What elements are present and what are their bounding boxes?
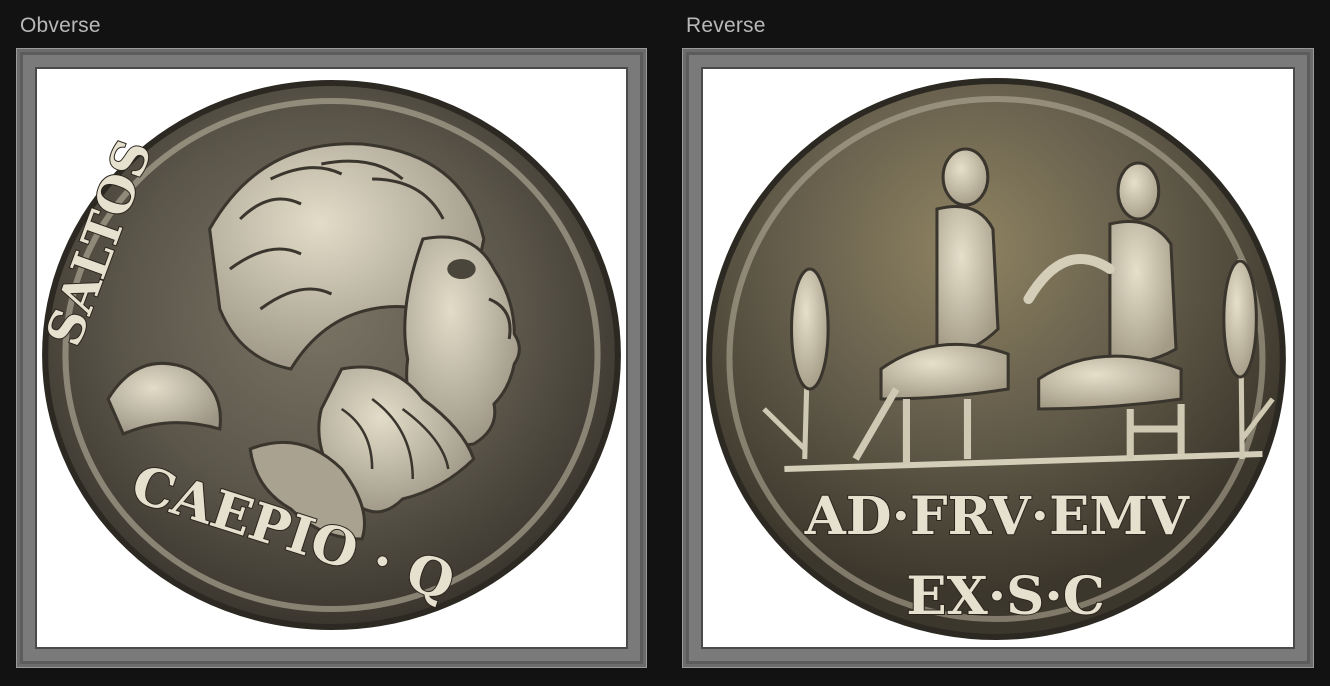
- reverse-label: Reverse: [686, 14, 766, 37]
- reverse-frame: AD·FRV·EMV EX·S·C: [682, 48, 1314, 668]
- reverse-image[interactable]: AD·FRV·EMV EX·S·C: [701, 67, 1295, 649]
- obverse-image[interactable]: SALTOS CAEPIO · Q: [35, 67, 628, 649]
- obverse-frame: SALTOS CAEPIO · Q: [16, 48, 647, 668]
- obverse-label: Obverse: [20, 14, 101, 37]
- reverse-coin-graphic: AD·FRV·EMV EX·S·C: [706, 78, 1286, 640]
- reverse-inscription-line1: AD·FRV·EMV: [804, 486, 1191, 546]
- obverse-coin-graphic: SALTOS CAEPIO · Q: [37, 80, 621, 630]
- reverse-inscription-line2: EX·S·C: [906, 566, 1104, 626]
